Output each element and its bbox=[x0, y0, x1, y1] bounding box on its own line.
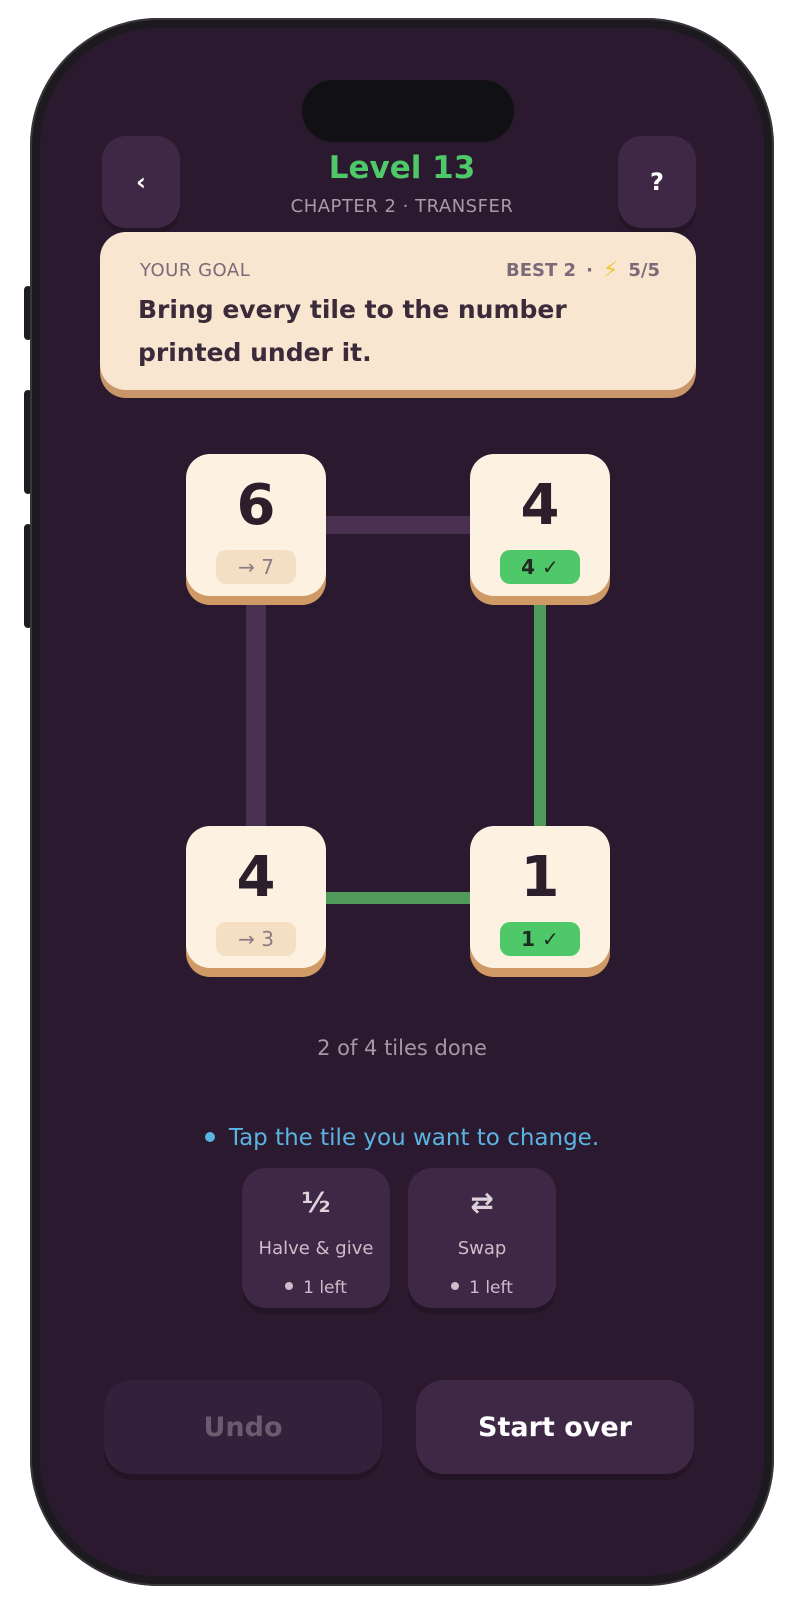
tile-bottom-right[interactable]: 1 1 ✓ bbox=[470, 826, 610, 968]
tile-top-left[interactable]: 6 → 7 bbox=[186, 454, 326, 596]
question-icon: ? bbox=[650, 168, 664, 196]
swap-icon: ⇄ bbox=[470, 1186, 494, 1219]
edge-top bbox=[322, 516, 482, 534]
tile-target-done: 4 ✓ bbox=[500, 550, 580, 584]
half-icon: ½ bbox=[301, 1186, 331, 1219]
power-label: Swap bbox=[457, 1238, 507, 1259]
hint-text: Tap the tile you want to change. bbox=[40, 1125, 764, 1151]
power-count: 1 left bbox=[408, 1278, 556, 1298]
tile-value: 1 bbox=[520, 845, 560, 910]
tile-bottom-left[interactable]: 4 → 3 bbox=[186, 826, 326, 968]
tile-value: 6 bbox=[236, 473, 276, 538]
dot-icon bbox=[285, 1282, 294, 1290]
start-over-button[interactable]: Start over bbox=[416, 1380, 694, 1474]
goal-label: YOUR GOAL bbox=[140, 260, 251, 281]
edge-bottom bbox=[322, 892, 482, 904]
lightning-icon: ⚡ bbox=[602, 258, 619, 283]
power-count-label: 1 left bbox=[469, 1278, 513, 1298]
energy-count: 5/5 bbox=[628, 260, 660, 281]
power-label: Halve & give bbox=[258, 1238, 374, 1259]
best-score: BEST 2 bbox=[506, 260, 577, 281]
goal-stats: BEST 2 · ⚡ 5/5 bbox=[506, 258, 660, 283]
edge-right bbox=[534, 598, 546, 838]
dynamic-island bbox=[302, 80, 514, 142]
goal-card: YOUR GOAL BEST 2 · ⚡ 5/5 Bring every til… bbox=[100, 232, 696, 390]
power-count-label: 1 left bbox=[303, 1278, 347, 1298]
tile-target: → 7 bbox=[216, 550, 296, 584]
progress-text: 2 of 4 tiles done bbox=[317, 1036, 487, 1060]
tile-value: 4 bbox=[236, 845, 276, 910]
swap-button[interactable]: ⇄ Swap 1 left bbox=[408, 1168, 556, 1308]
help-button[interactable]: ? bbox=[618, 136, 696, 228]
hint-dot-icon bbox=[204, 1131, 215, 1142]
halve-give-button[interactable]: ½ Halve & give 1 left bbox=[242, 1168, 390, 1308]
tile-target: → 3 bbox=[216, 922, 296, 956]
stats-separator: · bbox=[586, 260, 593, 281]
goal-text: Bring every tile to the number printed u… bbox=[138, 295, 567, 367]
game-screen: ‹ Level 13 CHAPTER 2 · TRANSFER ? YOUR G… bbox=[40, 28, 764, 1576]
tile-top-right[interactable]: 4 4 ✓ bbox=[470, 454, 610, 596]
tile-target-done: 1 ✓ bbox=[500, 922, 580, 956]
power-count: 1 left bbox=[242, 1278, 390, 1298]
hint-label: Tap the tile you want to change. bbox=[228, 1125, 600, 1151]
dot-icon bbox=[451, 1282, 460, 1290]
phone-frame: ‹ Level 13 CHAPTER 2 · TRANSFER ? YOUR G… bbox=[30, 18, 774, 1586]
tile-value: 4 bbox=[520, 473, 560, 538]
edge-left bbox=[246, 598, 266, 838]
undo-button[interactable]: Undo bbox=[104, 1380, 382, 1474]
